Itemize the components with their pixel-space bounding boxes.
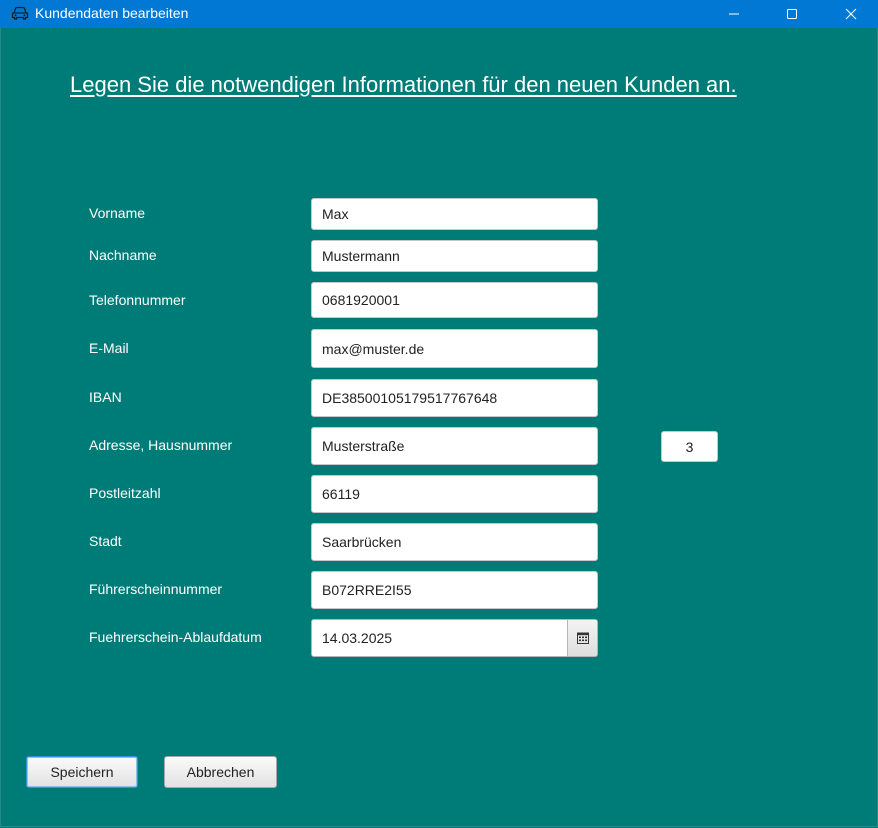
label-email: E-Mail [89,340,129,356]
ablaufdatum-picker [311,619,598,657]
label-plz: Postleitzahl [89,485,161,501]
iban-field[interactable] [311,379,598,417]
adresse-field[interactable] [311,427,598,465]
nachname-field[interactable] [311,240,598,272]
close-icon [845,8,857,20]
telefon-field[interactable] [311,282,598,318]
label-iban: IBAN [89,389,122,405]
minimize-icon [729,13,739,15]
plz-field[interactable] [311,475,598,513]
label-fuehrerschein: Führerscheinnummer [89,581,223,597]
ablaufdatum-field[interactable] [312,620,568,656]
label-ablaufdatum: Fuehrerschein-Ablaufdatum [89,629,262,645]
car-icon [11,5,29,21]
window-titlebar: Kundendaten bearbeiten [0,0,878,28]
vorname-field[interactable] [311,198,598,230]
label-telefon: Telefonnummer [89,292,186,308]
date-picker-button[interactable] [567,620,597,656]
calendar-icon [576,632,589,644]
close-button[interactable] [825,0,877,28]
stadt-field[interactable] [311,523,598,561]
maximize-icon [787,9,797,19]
save-button[interactable]: Speichern [26,756,138,788]
minimize-button[interactable] [708,0,760,28]
label-adresse: Adresse, Hausnummer [89,437,233,453]
label-vorname: Vorname [89,205,146,221]
hausnummer-field[interactable] [661,431,718,462]
maximize-button[interactable] [766,0,818,28]
fuehrerschein-field[interactable] [311,571,598,609]
label-nachname: Nachname [89,247,157,263]
label-stadt: Stadt [89,533,122,549]
window-title: Kundendaten bearbeiten [35,5,189,21]
cancel-button[interactable]: Abbrechen [164,756,277,788]
email-field[interactable] [311,329,598,368]
page-heading: Legen Sie die notwendigen Informationen … [70,72,737,97]
